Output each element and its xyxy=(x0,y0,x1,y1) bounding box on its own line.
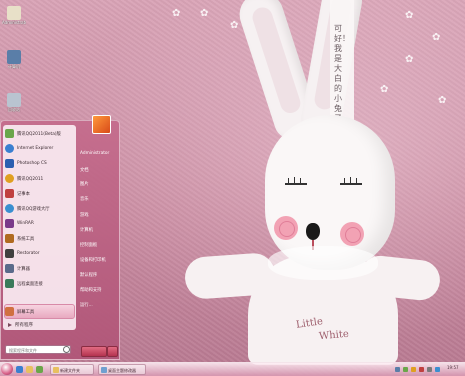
desktop-icon-label: Administrator xyxy=(2,20,26,25)
taskbar: 新建文件夹 桌面主题修改器 19:57 xyxy=(0,362,465,376)
taskbar-clock[interactable]: 19:57 xyxy=(447,365,459,370)
start-menu-item[interactable]: Internet Explorer xyxy=(5,142,74,155)
screen-tool-icon xyxy=(5,307,14,316)
wallpaper-bunny-decoration: ✿ xyxy=(405,10,414,21)
start-menu-item[interactable]: 腾讯QQ2011 xyxy=(5,172,74,185)
start-menu-item-label: 远程桌面连接 xyxy=(17,281,43,287)
ie-quicklaunch-icon[interactable] xyxy=(16,366,23,373)
bunny-nose xyxy=(306,223,320,240)
start-menu-place-run[interactable]: 运行... xyxy=(80,302,120,308)
qq-tray-icon[interactable] xyxy=(411,367,416,372)
wallpaper-bunny-decoration: ✿ xyxy=(405,54,414,65)
network-icon[interactable] xyxy=(403,367,408,372)
wallpaper-bunny-decoration: ✿ xyxy=(200,8,209,19)
action-center-icon[interactable] xyxy=(435,367,440,372)
wallpaper-bunny-decoration: ✿ xyxy=(380,84,389,95)
desktop-icon-label: 计算机 xyxy=(8,64,20,69)
recycle-bin-icon xyxy=(7,93,21,107)
start-menu-item-label: 屏幕工具 xyxy=(17,309,35,315)
wallpaper-bunny-decoration: ✿ xyxy=(172,8,181,19)
arrow-right-icon xyxy=(8,323,12,327)
game-hall-icon xyxy=(5,204,14,213)
start-menu-item-label: 系统工具 xyxy=(17,236,35,242)
desktop-icon-computer[interactable]: 计算机 xyxy=(2,50,26,70)
desktop-icon-user-folder[interactable]: Administrator xyxy=(2,6,26,25)
start-menu-place-help[interactable]: 帮助和支持 xyxy=(80,287,120,293)
start-button[interactable] xyxy=(1,363,13,375)
start-menu-item-label: 腾讯QQ游戏大厅 xyxy=(17,206,50,212)
theme-editor-icon xyxy=(101,367,107,373)
start-menu-place-devices[interactable]: 设备和打印机 xyxy=(80,257,120,263)
desktop-icon-recycle-bin[interactable]: 回收站 xyxy=(2,93,26,113)
search-icon[interactable] xyxy=(63,346,70,353)
start-search-input[interactable]: 搜索程序和文件 xyxy=(5,345,71,354)
start-menu-item[interactable]: 腾讯QQ2011(Beta)版 xyxy=(5,127,74,140)
start-menu-item[interactable]: 腾讯QQ游戏大厅 xyxy=(5,202,74,215)
start-menu-item[interactable]: WinRAR xyxy=(5,217,74,230)
start-menu-item-selected[interactable]: 屏幕工具 xyxy=(4,304,75,319)
start-menu-item-label: Internet Explorer xyxy=(17,146,54,151)
start-menu-item[interactable]: 系统工具 xyxy=(5,232,74,245)
media-quicklaunch-icon[interactable] xyxy=(36,366,43,373)
security-tray-icon[interactable] xyxy=(419,367,424,372)
wallpaper-bunny-decoration: ✿ xyxy=(438,95,447,106)
start-menu-place-user[interactable]: Administrator xyxy=(80,151,120,156)
qq-icon xyxy=(5,129,14,138)
folder-icon xyxy=(53,367,59,373)
bunny-right-cheek xyxy=(340,222,364,246)
tools-icon xyxy=(5,234,14,243)
start-menu-place-music[interactable]: 音乐 xyxy=(80,196,120,202)
taskbar-button-label: 桌面主题修改器 xyxy=(108,368,136,373)
folder-icon xyxy=(7,6,21,20)
start-menu-item-label: 腾讯QQ2011 xyxy=(17,176,44,182)
start-menu: 腾讯QQ2011(Beta)版 Internet Explorer Photos… xyxy=(0,115,120,360)
start-menu-item[interactable]: 计算器 xyxy=(5,262,74,275)
start-menu-place-computer[interactable]: 计算机 xyxy=(80,227,120,233)
taskbar-button-theme-editor[interactable]: 桌面主题修改器 xyxy=(98,364,146,375)
start-menu-item-label: 腾讯QQ2011(Beta)版 xyxy=(17,131,61,137)
start-menu-item-label: Restorator xyxy=(17,251,40,256)
calculator-icon xyxy=(5,264,14,273)
start-menu-place-pictures[interactable]: 图片 xyxy=(80,181,120,187)
winrar-icon xyxy=(5,219,14,228)
volume-icon[interactable] xyxy=(427,367,432,372)
qq-penguin-icon xyxy=(5,174,14,183)
wallpaper-tag-text: 可好！我是大白的小兔子 xyxy=(334,24,350,123)
start-menu-place-control-panel[interactable]: 控制面板 xyxy=(80,242,120,248)
start-menu-item[interactable]: Restorator xyxy=(5,247,74,260)
computer-icon xyxy=(7,50,21,64)
language-icon[interactable] xyxy=(395,367,400,372)
start-menu-place-default-programs[interactable]: 默认程序 xyxy=(80,272,120,278)
start-menu-item[interactable]: 记事本 xyxy=(5,187,74,200)
shutdown-button[interactable] xyxy=(81,346,107,357)
remote-desktop-icon xyxy=(5,279,14,288)
start-menu-places-pane: Administrator 文档 图片 音乐 游戏 计算机 控制面板 设备和打印… xyxy=(77,125,119,355)
start-menu-item-label: 计算器 xyxy=(17,266,30,272)
bunny-left-cheek xyxy=(274,216,298,240)
start-menu-item-label: 记事本 xyxy=(17,191,30,197)
wallpaper-bunny-decoration: ✿ xyxy=(432,32,441,43)
all-programs-label: 所有程序 xyxy=(15,323,33,328)
start-menu-item[interactable]: 远程桌面连接 xyxy=(5,277,74,290)
start-menu-place-games[interactable]: 游戏 xyxy=(80,212,120,218)
restorator-icon xyxy=(5,249,14,258)
photoshop-icon xyxy=(5,159,14,168)
start-menu-item-label: WinRAR xyxy=(17,221,34,226)
taskbar-button-label: 新建文件夹 xyxy=(60,368,80,373)
start-menu-programs-pane: 腾讯QQ2011(Beta)版 Internet Explorer Photos… xyxy=(3,125,76,330)
taskbar-button-folder[interactable]: 新建文件夹 xyxy=(50,364,94,375)
all-programs-button[interactable]: 所有程序 xyxy=(5,320,74,330)
wallpaper-bunny-decoration: ✿ xyxy=(230,20,239,31)
notepad-icon xyxy=(5,189,14,198)
start-menu-item-label: Photoshop CS xyxy=(17,161,47,166)
shutdown-options-arrow[interactable] xyxy=(107,346,118,357)
start-menu-item[interactable]: Photoshop CS xyxy=(5,157,74,170)
explorer-quicklaunch-icon[interactable] xyxy=(26,366,33,373)
desktop-icon-label: 回收站 xyxy=(8,107,20,112)
bunny-bow xyxy=(268,246,378,280)
start-menu-place-documents[interactable]: 文档 xyxy=(80,167,120,173)
internet-explorer-icon xyxy=(5,144,14,153)
